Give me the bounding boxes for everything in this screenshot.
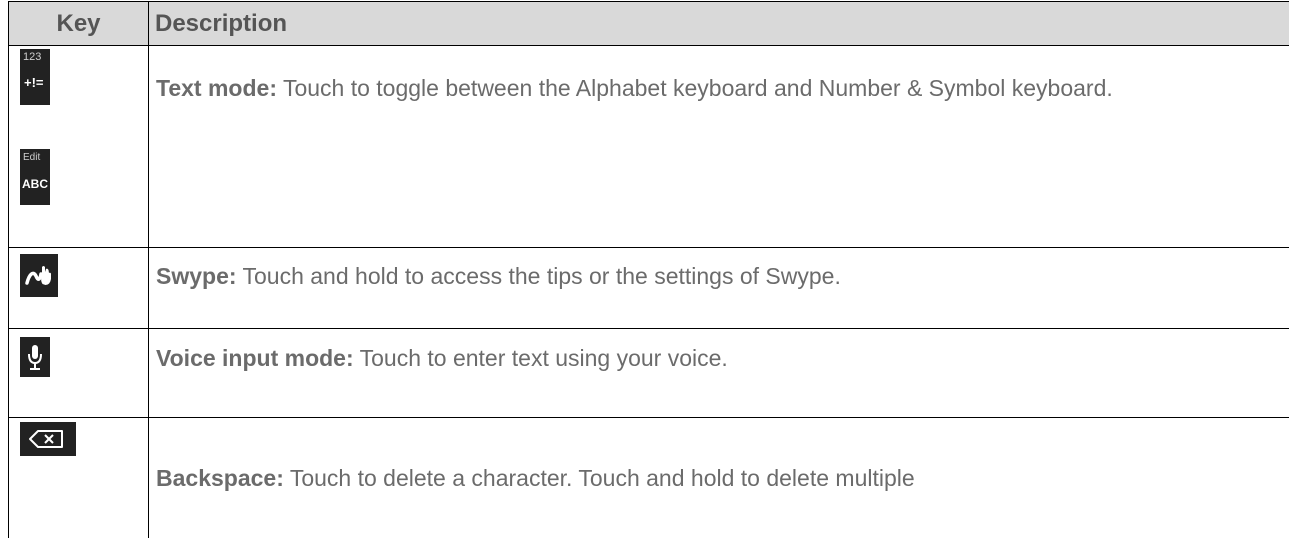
key-cell: [8, 329, 149, 417]
alphabet-key-icon: Edit ABC: [20, 149, 50, 205]
description-cell: Text mode: Touch to toggle between the A…: [149, 46, 1289, 247]
backspace-key-icon: [20, 422, 76, 456]
description-cell: Swype: Touch and hold to access the tips…: [149, 248, 1289, 328]
key-column-header: Key: [8, 2, 149, 45]
table-row-text-mode: 123 +!= Edit ABC Text mode: Touch to tog…: [8, 46, 1289, 248]
description-text: Voice input mode: Touch to enter text us…: [156, 345, 728, 371]
description-cell: Voice input mode: Touch to enter text us…: [149, 329, 1289, 417]
description-column-header: Description: [155, 9, 288, 37]
term-text-mode: Text mode:: [156, 75, 277, 101]
table-row-swype: Swype: Touch and hold to access the tips…: [8, 248, 1289, 329]
description-text: Text mode: Touch to toggle between the A…: [156, 75, 1113, 101]
microphone-key-icon: [20, 337, 50, 377]
swype-key-icon: [20, 254, 58, 297]
key-cell: [8, 418, 149, 538]
number-symbol-key-icon: 123 +!=: [20, 49, 50, 105]
term-backspace: Backspace:: [156, 465, 284, 491]
table-header-row: Key Description: [8, 1, 1289, 46]
description-cell: Backspace: Touch to delete a character. …: [149, 418, 1289, 538]
description-text: Backspace: Touch to delete a character. …: [156, 465, 915, 491]
table-row-backspace: Backspace: Touch to delete a character. …: [8, 418, 1289, 538]
key-cell: 123 +!= Edit ABC: [8, 46, 149, 247]
key-cell: [8, 248, 149, 328]
key-description-table: Key Description 123 +!= Edit ABC Text mo…: [8, 1, 1289, 538]
term-swype: Swype:: [156, 263, 237, 289]
table-row-voice-input: Voice input mode: Touch to enter text us…: [8, 329, 1289, 418]
term-voice-input-mode: Voice input mode:: [156, 345, 354, 371]
description-text: Swype: Touch and hold to access the tips…: [156, 263, 841, 289]
